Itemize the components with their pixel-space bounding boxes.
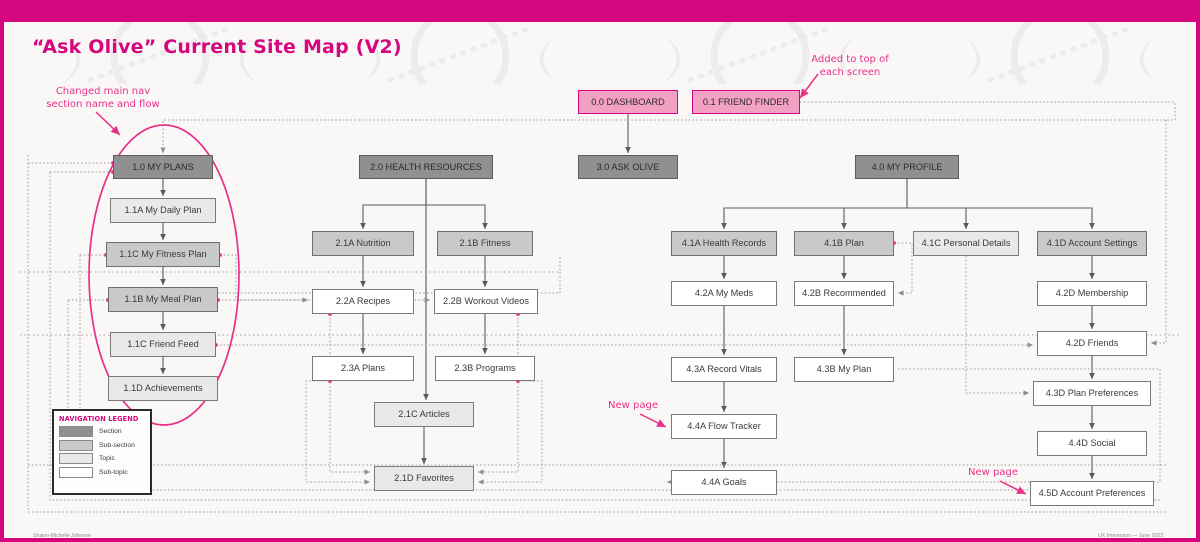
site-map-canvas: “Ask Olive” Current Site Map (V2) 0.0 DA…	[0, 0, 1200, 542]
node-fitness[interactable]: 2.1B Fitness	[437, 231, 533, 256]
node-plan[interactable]: 4.1B Plan	[794, 231, 894, 256]
legend-swatch	[59, 426, 93, 437]
node-meal-plan[interactable]: 1.1B My Meal Plan	[108, 287, 218, 312]
footer-author: Shawn-Michelle Johnson	[33, 533, 91, 539]
node-workout-videos[interactable]: 2.2B Workout Videos	[434, 289, 538, 314]
legend-label: Topic	[99, 455, 115, 462]
annotation-new-page-flow: New page	[608, 400, 658, 411]
annotation-added-top: Added to top of each screen	[811, 54, 889, 78]
legend-label: Sub-topic	[99, 468, 128, 476]
node-my-plans[interactable]: 1.0 MY PLANS	[113, 155, 213, 179]
node-nutrition[interactable]: 2.1A Nutrition	[312, 231, 414, 256]
footer-source: UX Immersion — June 2023	[1098, 533, 1164, 539]
node-dashboard[interactable]: 0.0 DASHBOARD	[578, 90, 678, 114]
node-plan-prefs[interactable]: 4.3D Plan Preferences	[1033, 381, 1151, 406]
node-achievements[interactable]: 1.1D Achievements	[108, 376, 218, 401]
node-acct-prefs[interactable]: 4.5D Account Preferences	[1030, 481, 1154, 506]
legend-swatch	[59, 439, 93, 451]
legend-item-sub-topic: Sub-topic	[59, 466, 145, 478]
annotation-changed-nav: Changed main nav section name and flow	[46, 86, 160, 110]
node-my-plan[interactable]: 4.3B My Plan	[794, 357, 894, 382]
legend-item-topic: Topic	[59, 453, 145, 464]
connectors-layer	[20, 73, 1180, 513]
node-goals[interactable]: 4.4A Goals	[671, 470, 777, 495]
node-recipes[interactable]: 2.2A Recipes	[312, 289, 414, 314]
node-programs[interactable]: 2.3B Programs	[435, 356, 535, 381]
node-daily-plan[interactable]: 1.1A My Daily Plan	[110, 198, 216, 223]
node-flow-tracker[interactable]: 4.4A Flow Tracker	[671, 414, 777, 439]
legend-rows: Section Sub-section Topic Sub-topic	[59, 426, 145, 478]
node-articles[interactable]: 2.1C Articles	[374, 402, 474, 427]
node-health-res[interactable]: 2.0 HEALTH RESOURCES	[359, 155, 493, 179]
legend-item-section: Section	[59, 426, 145, 437]
node-my-profile[interactable]: 4.0 MY PROFILE	[855, 155, 959, 179]
node-membership[interactable]: 4.2D Membership	[1037, 281, 1147, 306]
legend-swatch	[59, 453, 93, 464]
legend-label: Sub-section	[99, 441, 135, 449]
annotation-new-page-acct: New page	[968, 467, 1018, 478]
navigation-legend: NAVIGATION LEGEND Section Sub-section Topi…	[52, 409, 152, 495]
node-social[interactable]: 4.4D Social	[1037, 431, 1147, 456]
node-record-vitals[interactable]: 4.3A Record Vitals	[671, 357, 777, 382]
legend-item-sub-section: Sub-section	[59, 439, 145, 451]
node-personal-det[interactable]: 4.1C Personal Details	[913, 231, 1019, 256]
legend-title: NAVIGATION LEGEND	[59, 415, 139, 423]
node-fitness-plan[interactable]: 1.1C My Fitness Plan	[106, 242, 220, 267]
node-ask-olive[interactable]: 3.0 ASK OLIVE	[578, 155, 678, 179]
node-recommended[interactable]: 4.2B Recommended	[794, 281, 894, 306]
node-my-meds[interactable]: 4.2A My Meds	[671, 281, 777, 306]
node-plans[interactable]: 2.3A Plans	[312, 356, 414, 381]
node-friends[interactable]: 4.2D Friends	[1037, 331, 1147, 356]
node-friend-feed[interactable]: 1.1C Friend Feed	[110, 332, 216, 357]
legend-swatch	[59, 466, 93, 478]
legend-label: Section	[99, 428, 122, 435]
node-favorites[interactable]: 2.1D Favorites	[374, 466, 474, 491]
node-acct-settings[interactable]: 4.1D Account Settings	[1037, 231, 1147, 256]
node-friend-finder[interactable]: 0.1 FRIEND FINDER	[692, 90, 800, 114]
node-health-records[interactable]: 4.1A Health Records	[671, 231, 777, 256]
